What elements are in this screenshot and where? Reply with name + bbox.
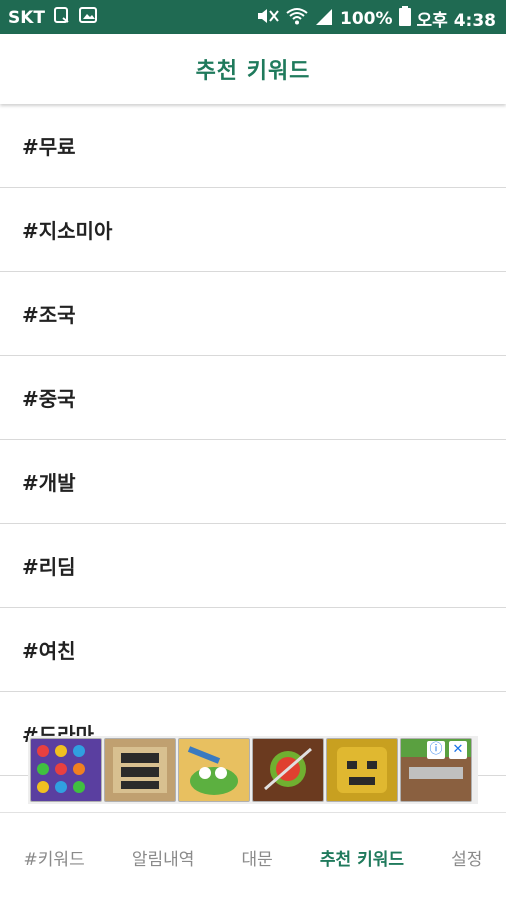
carrier-label: SKT (8, 7, 46, 28)
ad-badge: ⓘ ✕ (427, 741, 467, 759)
keyword-label: #여친 (22, 639, 76, 663)
keyword-item[interactable]: #여친 (0, 608, 506, 692)
keyword-label: #리딤 (22, 555, 76, 579)
signal-icon (314, 7, 334, 30)
keyword-label: #무료 (22, 135, 76, 159)
status-right: 100% 오후 4:38 (256, 6, 496, 31)
keyword-label: #개발 (22, 471, 76, 495)
keyword-list: #무료 #지소미아 #조국 #중국 #개발 #리딤 #여친 #드라마 (0, 104, 506, 776)
keyword-label: #지소미아 (22, 219, 113, 243)
mute-icon (256, 7, 280, 30)
clock: 오후 4:38 (416, 11, 496, 31)
keyword-label: #중국 (22, 387, 76, 411)
nav-keyword[interactable]: #키워드 (24, 845, 85, 870)
wifi-icon (286, 7, 308, 30)
battery-percent: 100% (339, 8, 393, 29)
crocodile-game-icon[interactable] (178, 738, 250, 802)
candy-game-icon[interactable] (30, 738, 102, 802)
image-icon (79, 6, 98, 29)
nav-notifications[interactable]: 알림내역 (132, 845, 195, 870)
ad-banner[interactable]: ⓘ ✕ (28, 736, 478, 804)
info-icon[interactable]: ⓘ (427, 741, 445, 759)
nav-main[interactable]: 대문 (242, 845, 273, 870)
status-bar: SKT 100% 오후 4:38 (0, 0, 506, 34)
page-title: 추천 키워드 (195, 59, 311, 84)
nav-settings[interactable]: 설정 (451, 845, 482, 870)
fruit-ninja-icon[interactable] (252, 738, 324, 802)
bottom-nav: #키워드 알림내역 대문 추천 키워드 설정 (0, 812, 506, 901)
keyword-item[interactable]: #중국 (0, 356, 506, 440)
keyword-item[interactable]: #조국 (0, 272, 506, 356)
temple-run-icon[interactable] (326, 738, 398, 802)
nav-recommended-keywords[interactable]: 추천 키워드 (320, 845, 404, 870)
gta-game-icon[interactable] (104, 738, 176, 802)
keyword-item[interactable]: #무료 (0, 104, 506, 188)
app-bar: 추천 키워드 (0, 34, 506, 104)
battery-icon (398, 6, 411, 31)
status-left: SKT (8, 6, 98, 29)
keyword-item[interactable]: #리딤 (0, 524, 506, 608)
notification-icon (53, 6, 71, 29)
keyword-label: #조국 (22, 303, 76, 327)
keyword-item[interactable]: #개발 (0, 440, 506, 524)
close-icon[interactable]: ✕ (449, 741, 467, 759)
keyword-item[interactable]: #지소미아 (0, 188, 506, 272)
minecraft-icon[interactable]: ⓘ ✕ (400, 738, 472, 802)
